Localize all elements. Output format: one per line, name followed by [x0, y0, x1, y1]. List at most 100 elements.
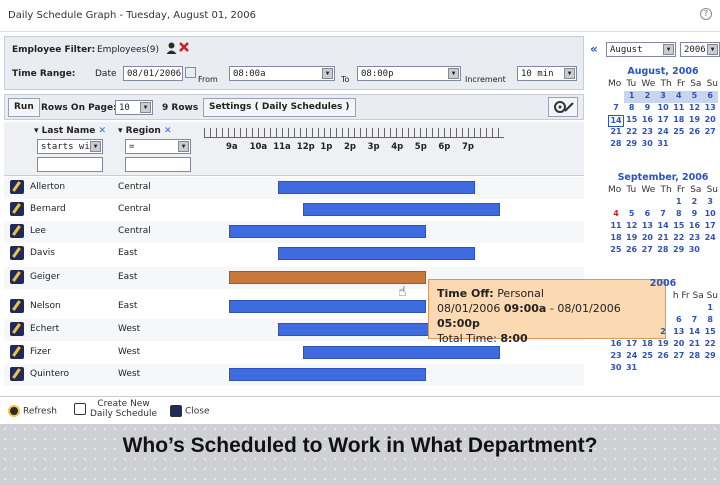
calendar-day[interactable]: 25 [671, 127, 687, 139]
calendar-day[interactable]: 20 [702, 115, 718, 127]
calendar-day[interactable]: 19 [687, 115, 703, 127]
calendar-day[interactable]: 6 [702, 91, 718, 103]
calendar-day[interactable]: 7 [687, 315, 703, 327]
region-column-header[interactable]: ▾ Region ✕ [118, 126, 172, 136]
calendar-day[interactable]: 30 [639, 139, 655, 151]
calendar-day[interactable]: 18 [640, 339, 656, 351]
calendar-day[interactable]: 17 [624, 339, 640, 351]
calendar-day[interactable]: 7 [608, 103, 624, 115]
calendar-day[interactable]: 22 [624, 127, 640, 139]
calendar-day[interactable]: 1 [623, 91, 640, 103]
last-name-filter-input[interactable] [37, 157, 103, 172]
calendar-day[interactable]: 4 [608, 209, 624, 221]
calendar-day[interactable]: 20 [640, 233, 656, 245]
calendar-day[interactable]: 12 [624, 221, 640, 233]
calendar-day[interactable]: 8 [624, 103, 640, 115]
calendar-day[interactable]: 15 [702, 327, 718, 339]
calendar-day[interactable]: 26 [624, 245, 640, 257]
calendar-day[interactable]: 2 [639, 91, 656, 103]
calendar-day[interactable]: 10 [702, 209, 718, 221]
calendar-day[interactable]: 21 [687, 339, 703, 351]
calendar-day[interactable]: 27 [671, 351, 687, 363]
settings-gear-icon[interactable] [548, 97, 578, 117]
calendar-day[interactable]: 9 [687, 209, 703, 221]
calendar-day[interactable]: 24 [624, 351, 640, 363]
calendar-day[interactable]: 30 [686, 245, 702, 257]
calendar-day[interactable]: 3 [702, 197, 718, 209]
edit-icon[interactable] [10, 202, 24, 216]
edit-icon[interactable] [10, 367, 24, 381]
calendar-day[interactable]: 24 [702, 233, 718, 245]
region-filter-select[interactable]: = ▼ [125, 139, 191, 154]
calendar-day[interactable]: 25 [640, 351, 656, 363]
calendar-day[interactable]: 26 [687, 127, 703, 139]
calendar-day[interactable]: 11 [671, 103, 687, 115]
calendar-day[interactable]: 25 [608, 245, 624, 257]
region-filter-input[interactable] [125, 157, 191, 172]
calendar-day[interactable]: 28 [655, 245, 671, 257]
calendar-day[interactable]: 8 [671, 209, 687, 221]
calendar-day[interactable]: 16 [640, 115, 656, 127]
calendar-day[interactable]: 29 [702, 351, 718, 363]
create-new-schedule-button[interactable]: Create New Daily Schedule [74, 399, 157, 419]
calendar-day[interactable]: 10 [655, 103, 671, 115]
employee-filter-value[interactable]: Employees(9) [97, 45, 159, 55]
calendar-day[interactable]: 3 [655, 91, 671, 103]
calendar-day[interactable]: 13 [640, 221, 656, 233]
calendar-day[interactable]: 23 [608, 351, 624, 363]
calendar-day[interactable]: 2 [655, 327, 671, 339]
calendar-day[interactable]: 2 [687, 197, 703, 209]
increment-select[interactable]: 10 min ▼ [517, 66, 577, 81]
edit-icon[interactable] [10, 180, 24, 194]
calendar-day[interactable]: 29 [671, 245, 687, 257]
calendar-day[interactable]: 4 [670, 91, 687, 103]
settings-button[interactable]: Settings ( Daily Schedules ) [203, 98, 356, 117]
calendar-day[interactable]: 6 [671, 315, 687, 327]
calendar-day[interactable]: 16 [687, 221, 703, 233]
calendar-day[interactable]: 9 [640, 103, 656, 115]
edit-icon[interactable] [10, 246, 24, 260]
shift-bar[interactable] [278, 181, 475, 194]
calendar-day[interactable]: 22 [671, 233, 687, 245]
calendar-day[interactable]: 21 [608, 127, 624, 139]
calendar-day[interactable]: 1 [671, 197, 687, 209]
calendar-day[interactable]: 24 [655, 127, 671, 139]
help-icon[interactable]: ? [700, 8, 712, 20]
from-time-select[interactable]: 08:00a ▼ [229, 66, 335, 81]
month-select[interactable]: August ▼ [606, 42, 676, 57]
calendar-day[interactable]: 22 [702, 339, 718, 351]
clear-sort-icon[interactable]: ✕ [164, 126, 172, 136]
calendar-day[interactable]: 31 [624, 363, 640, 375]
calendar-day[interactable]: 14 [608, 115, 624, 127]
calendar-day[interactable]: 27 [639, 245, 655, 257]
calendar-day[interactable]: 28 [608, 139, 624, 151]
calendar-day[interactable]: 23 [687, 233, 703, 245]
refresh-button[interactable]: Refresh [8, 405, 57, 417]
shift-bar[interactable] [229, 225, 426, 238]
calendar-day[interactable]: 18 [608, 233, 624, 245]
edit-icon[interactable] [10, 270, 24, 284]
shift-bar[interactable] [229, 300, 426, 313]
rows-on-page-select[interactable]: 10 ▼ [115, 100, 153, 115]
calendar-day[interactable]: 16 [608, 339, 624, 351]
time-off-bar[interactable] [229, 271, 426, 284]
date-input[interactable]: 08/01/2006 [123, 66, 183, 81]
shift-bar[interactable] [229, 368, 426, 381]
calendar-day[interactable]: 28 [687, 351, 703, 363]
shift-bar[interactable] [302, 203, 500, 216]
calendar-day[interactable]: 7 [655, 209, 671, 221]
calendar-day[interactable]: 31 [655, 139, 671, 151]
calendar-day[interactable]: 23 [640, 127, 656, 139]
to-time-select[interactable]: 08:00p ▼ [357, 66, 461, 81]
calendar-day[interactable]: 14 [687, 327, 703, 339]
calendar-day[interactable]: 21 [655, 233, 671, 245]
edit-icon[interactable] [10, 224, 24, 238]
calendar-day[interactable]: 15 [671, 221, 687, 233]
calendar-day[interactable]: 26 [655, 351, 671, 363]
calendar-day[interactable]: 17 [702, 221, 718, 233]
calendar-day[interactable]: 11 [608, 221, 624, 233]
last-name-filter-select[interactable]: starts with ▼ [37, 139, 103, 154]
calendar-day[interactable]: 29 [624, 139, 640, 151]
run-button[interactable]: Run [8, 98, 40, 117]
last-name-column-header[interactable]: ▾ Last Name ✕ [34, 126, 106, 136]
